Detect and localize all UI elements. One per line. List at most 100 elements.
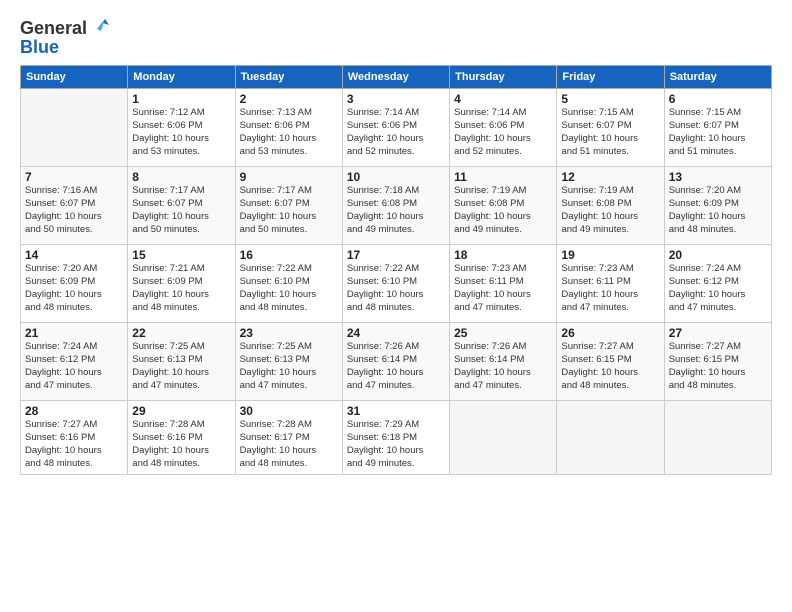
day-number: 28 bbox=[25, 404, 123, 418]
calendar-cell: 20Sunrise: 7:24 AM Sunset: 6:12 PM Dayli… bbox=[664, 245, 771, 323]
day-info: Sunrise: 7:18 AM Sunset: 6:08 PM Dayligh… bbox=[347, 185, 445, 236]
calendar-cell: 18Sunrise: 7:23 AM Sunset: 6:11 PM Dayli… bbox=[450, 245, 557, 323]
weekday-header-row: SundayMondayTuesdayWednesdayThursdayFrid… bbox=[21, 66, 772, 89]
day-info: Sunrise: 7:28 AM Sunset: 6:16 PM Dayligh… bbox=[132, 419, 230, 470]
day-info: Sunrise: 7:16 AM Sunset: 6:07 PM Dayligh… bbox=[25, 185, 123, 236]
calendar-cell: 5Sunrise: 7:15 AM Sunset: 6:07 PM Daylig… bbox=[557, 89, 664, 167]
calendar-cell: 21Sunrise: 7:24 AM Sunset: 6:12 PM Dayli… bbox=[21, 323, 128, 401]
day-info: Sunrise: 7:23 AM Sunset: 6:11 PM Dayligh… bbox=[561, 263, 659, 314]
day-info: Sunrise: 7:14 AM Sunset: 6:06 PM Dayligh… bbox=[347, 107, 445, 158]
logo-general: General bbox=[20, 18, 87, 39]
calendar-cell: 13Sunrise: 7:20 AM Sunset: 6:09 PM Dayli… bbox=[664, 167, 771, 245]
day-number: 7 bbox=[25, 170, 123, 184]
day-number: 29 bbox=[132, 404, 230, 418]
day-number: 26 bbox=[561, 326, 659, 340]
calendar-cell: 7Sunrise: 7:16 AM Sunset: 6:07 PM Daylig… bbox=[21, 167, 128, 245]
weekday-header-thursday: Thursday bbox=[450, 66, 557, 89]
calendar-cell: 9Sunrise: 7:17 AM Sunset: 6:07 PM Daylig… bbox=[235, 167, 342, 245]
day-info: Sunrise: 7:28 AM Sunset: 6:17 PM Dayligh… bbox=[240, 419, 338, 470]
day-info: Sunrise: 7:27 AM Sunset: 6:15 PM Dayligh… bbox=[561, 341, 659, 392]
day-number: 18 bbox=[454, 248, 552, 262]
weekday-header-wednesday: Wednesday bbox=[342, 66, 449, 89]
day-info: Sunrise: 7:20 AM Sunset: 6:09 PM Dayligh… bbox=[669, 185, 767, 236]
day-info: Sunrise: 7:27 AM Sunset: 6:16 PM Dayligh… bbox=[25, 419, 123, 470]
day-number: 12 bbox=[561, 170, 659, 184]
day-info: Sunrise: 7:17 AM Sunset: 6:07 PM Dayligh… bbox=[132, 185, 230, 236]
day-info: Sunrise: 7:15 AM Sunset: 6:07 PM Dayligh… bbox=[561, 107, 659, 158]
day-info: Sunrise: 7:27 AM Sunset: 6:15 PM Dayligh… bbox=[669, 341, 767, 392]
day-number: 22 bbox=[132, 326, 230, 340]
day-number: 8 bbox=[132, 170, 230, 184]
day-number: 17 bbox=[347, 248, 445, 262]
day-number: 27 bbox=[669, 326, 767, 340]
week-row-1: 1Sunrise: 7:12 AM Sunset: 6:06 PM Daylig… bbox=[21, 89, 772, 167]
day-number: 4 bbox=[454, 92, 552, 106]
calendar-cell: 12Sunrise: 7:19 AM Sunset: 6:08 PM Dayli… bbox=[557, 167, 664, 245]
weekday-header-saturday: Saturday bbox=[664, 66, 771, 89]
day-number: 21 bbox=[25, 326, 123, 340]
calendar-cell: 26Sunrise: 7:27 AM Sunset: 6:15 PM Dayli… bbox=[557, 323, 664, 401]
day-number: 13 bbox=[669, 170, 767, 184]
day-info: Sunrise: 7:22 AM Sunset: 6:10 PM Dayligh… bbox=[240, 263, 338, 314]
week-row-4: 21Sunrise: 7:24 AM Sunset: 6:12 PM Dayli… bbox=[21, 323, 772, 401]
calendar-cell: 11Sunrise: 7:19 AM Sunset: 6:08 PM Dayli… bbox=[450, 167, 557, 245]
day-number: 16 bbox=[240, 248, 338, 262]
week-row-2: 7Sunrise: 7:16 AM Sunset: 6:07 PM Daylig… bbox=[21, 167, 772, 245]
day-info: Sunrise: 7:14 AM Sunset: 6:06 PM Dayligh… bbox=[454, 107, 552, 158]
calendar-cell: 4Sunrise: 7:14 AM Sunset: 6:06 PM Daylig… bbox=[450, 89, 557, 167]
calendar-cell bbox=[557, 401, 664, 474]
day-info: Sunrise: 7:17 AM Sunset: 6:07 PM Dayligh… bbox=[240, 185, 338, 236]
day-info: Sunrise: 7:26 AM Sunset: 6:14 PM Dayligh… bbox=[454, 341, 552, 392]
calendar-cell: 24Sunrise: 7:26 AM Sunset: 6:14 PM Dayli… bbox=[342, 323, 449, 401]
calendar-cell: 6Sunrise: 7:15 AM Sunset: 6:07 PM Daylig… bbox=[664, 89, 771, 167]
day-number: 10 bbox=[347, 170, 445, 184]
calendar-cell: 1Sunrise: 7:12 AM Sunset: 6:06 PM Daylig… bbox=[128, 89, 235, 167]
logo-bird-icon bbox=[89, 15, 111, 37]
calendar-cell bbox=[21, 89, 128, 167]
day-info: Sunrise: 7:26 AM Sunset: 6:14 PM Dayligh… bbox=[347, 341, 445, 392]
day-info: Sunrise: 7:24 AM Sunset: 6:12 PM Dayligh… bbox=[669, 263, 767, 314]
day-number: 6 bbox=[669, 92, 767, 106]
day-info: Sunrise: 7:20 AM Sunset: 6:09 PM Dayligh… bbox=[25, 263, 123, 314]
day-number: 24 bbox=[347, 326, 445, 340]
logo: General Blue bbox=[20, 18, 111, 57]
day-number: 23 bbox=[240, 326, 338, 340]
calendar-cell: 17Sunrise: 7:22 AM Sunset: 6:10 PM Dayli… bbox=[342, 245, 449, 323]
weekday-header-friday: Friday bbox=[557, 66, 664, 89]
week-row-5: 28Sunrise: 7:27 AM Sunset: 6:16 PM Dayli… bbox=[21, 401, 772, 474]
day-number: 31 bbox=[347, 404, 445, 418]
day-info: Sunrise: 7:22 AM Sunset: 6:10 PM Dayligh… bbox=[347, 263, 445, 314]
weekday-header-monday: Monday bbox=[128, 66, 235, 89]
day-info: Sunrise: 7:19 AM Sunset: 6:08 PM Dayligh… bbox=[454, 185, 552, 236]
day-info: Sunrise: 7:23 AM Sunset: 6:11 PM Dayligh… bbox=[454, 263, 552, 314]
calendar-cell: 28Sunrise: 7:27 AM Sunset: 6:16 PM Dayli… bbox=[21, 401, 128, 474]
day-number: 11 bbox=[454, 170, 552, 184]
calendar-cell: 23Sunrise: 7:25 AM Sunset: 6:13 PM Dayli… bbox=[235, 323, 342, 401]
calendar-cell: 8Sunrise: 7:17 AM Sunset: 6:07 PM Daylig… bbox=[128, 167, 235, 245]
weekday-header-tuesday: Tuesday bbox=[235, 66, 342, 89]
day-number: 3 bbox=[347, 92, 445, 106]
calendar-cell: 30Sunrise: 7:28 AM Sunset: 6:17 PM Dayli… bbox=[235, 401, 342, 474]
week-row-3: 14Sunrise: 7:20 AM Sunset: 6:09 PM Dayli… bbox=[21, 245, 772, 323]
day-number: 5 bbox=[561, 92, 659, 106]
page: General Blue SundayMondayTuesdayWednesda… bbox=[0, 0, 792, 612]
day-info: Sunrise: 7:15 AM Sunset: 6:07 PM Dayligh… bbox=[669, 107, 767, 158]
calendar-cell: 22Sunrise: 7:25 AM Sunset: 6:13 PM Dayli… bbox=[128, 323, 235, 401]
calendar-cell: 25Sunrise: 7:26 AM Sunset: 6:14 PM Dayli… bbox=[450, 323, 557, 401]
day-number: 25 bbox=[454, 326, 552, 340]
day-info: Sunrise: 7:21 AM Sunset: 6:09 PM Dayligh… bbox=[132, 263, 230, 314]
logo-text: General Blue bbox=[20, 18, 111, 57]
day-number: 14 bbox=[25, 248, 123, 262]
day-number: 9 bbox=[240, 170, 338, 184]
calendar-cell: 14Sunrise: 7:20 AM Sunset: 6:09 PM Dayli… bbox=[21, 245, 128, 323]
calendar-cell: 29Sunrise: 7:28 AM Sunset: 6:16 PM Dayli… bbox=[128, 401, 235, 474]
calendar-cell: 10Sunrise: 7:18 AM Sunset: 6:08 PM Dayli… bbox=[342, 167, 449, 245]
day-number: 2 bbox=[240, 92, 338, 106]
day-info: Sunrise: 7:13 AM Sunset: 6:06 PM Dayligh… bbox=[240, 107, 338, 158]
calendar-cell: 2Sunrise: 7:13 AM Sunset: 6:06 PM Daylig… bbox=[235, 89, 342, 167]
logo-blue: Blue bbox=[20, 37, 111, 58]
calendar-cell: 27Sunrise: 7:27 AM Sunset: 6:15 PM Dayli… bbox=[664, 323, 771, 401]
day-info: Sunrise: 7:19 AM Sunset: 6:08 PM Dayligh… bbox=[561, 185, 659, 236]
calendar-cell: 3Sunrise: 7:14 AM Sunset: 6:06 PM Daylig… bbox=[342, 89, 449, 167]
day-number: 15 bbox=[132, 248, 230, 262]
